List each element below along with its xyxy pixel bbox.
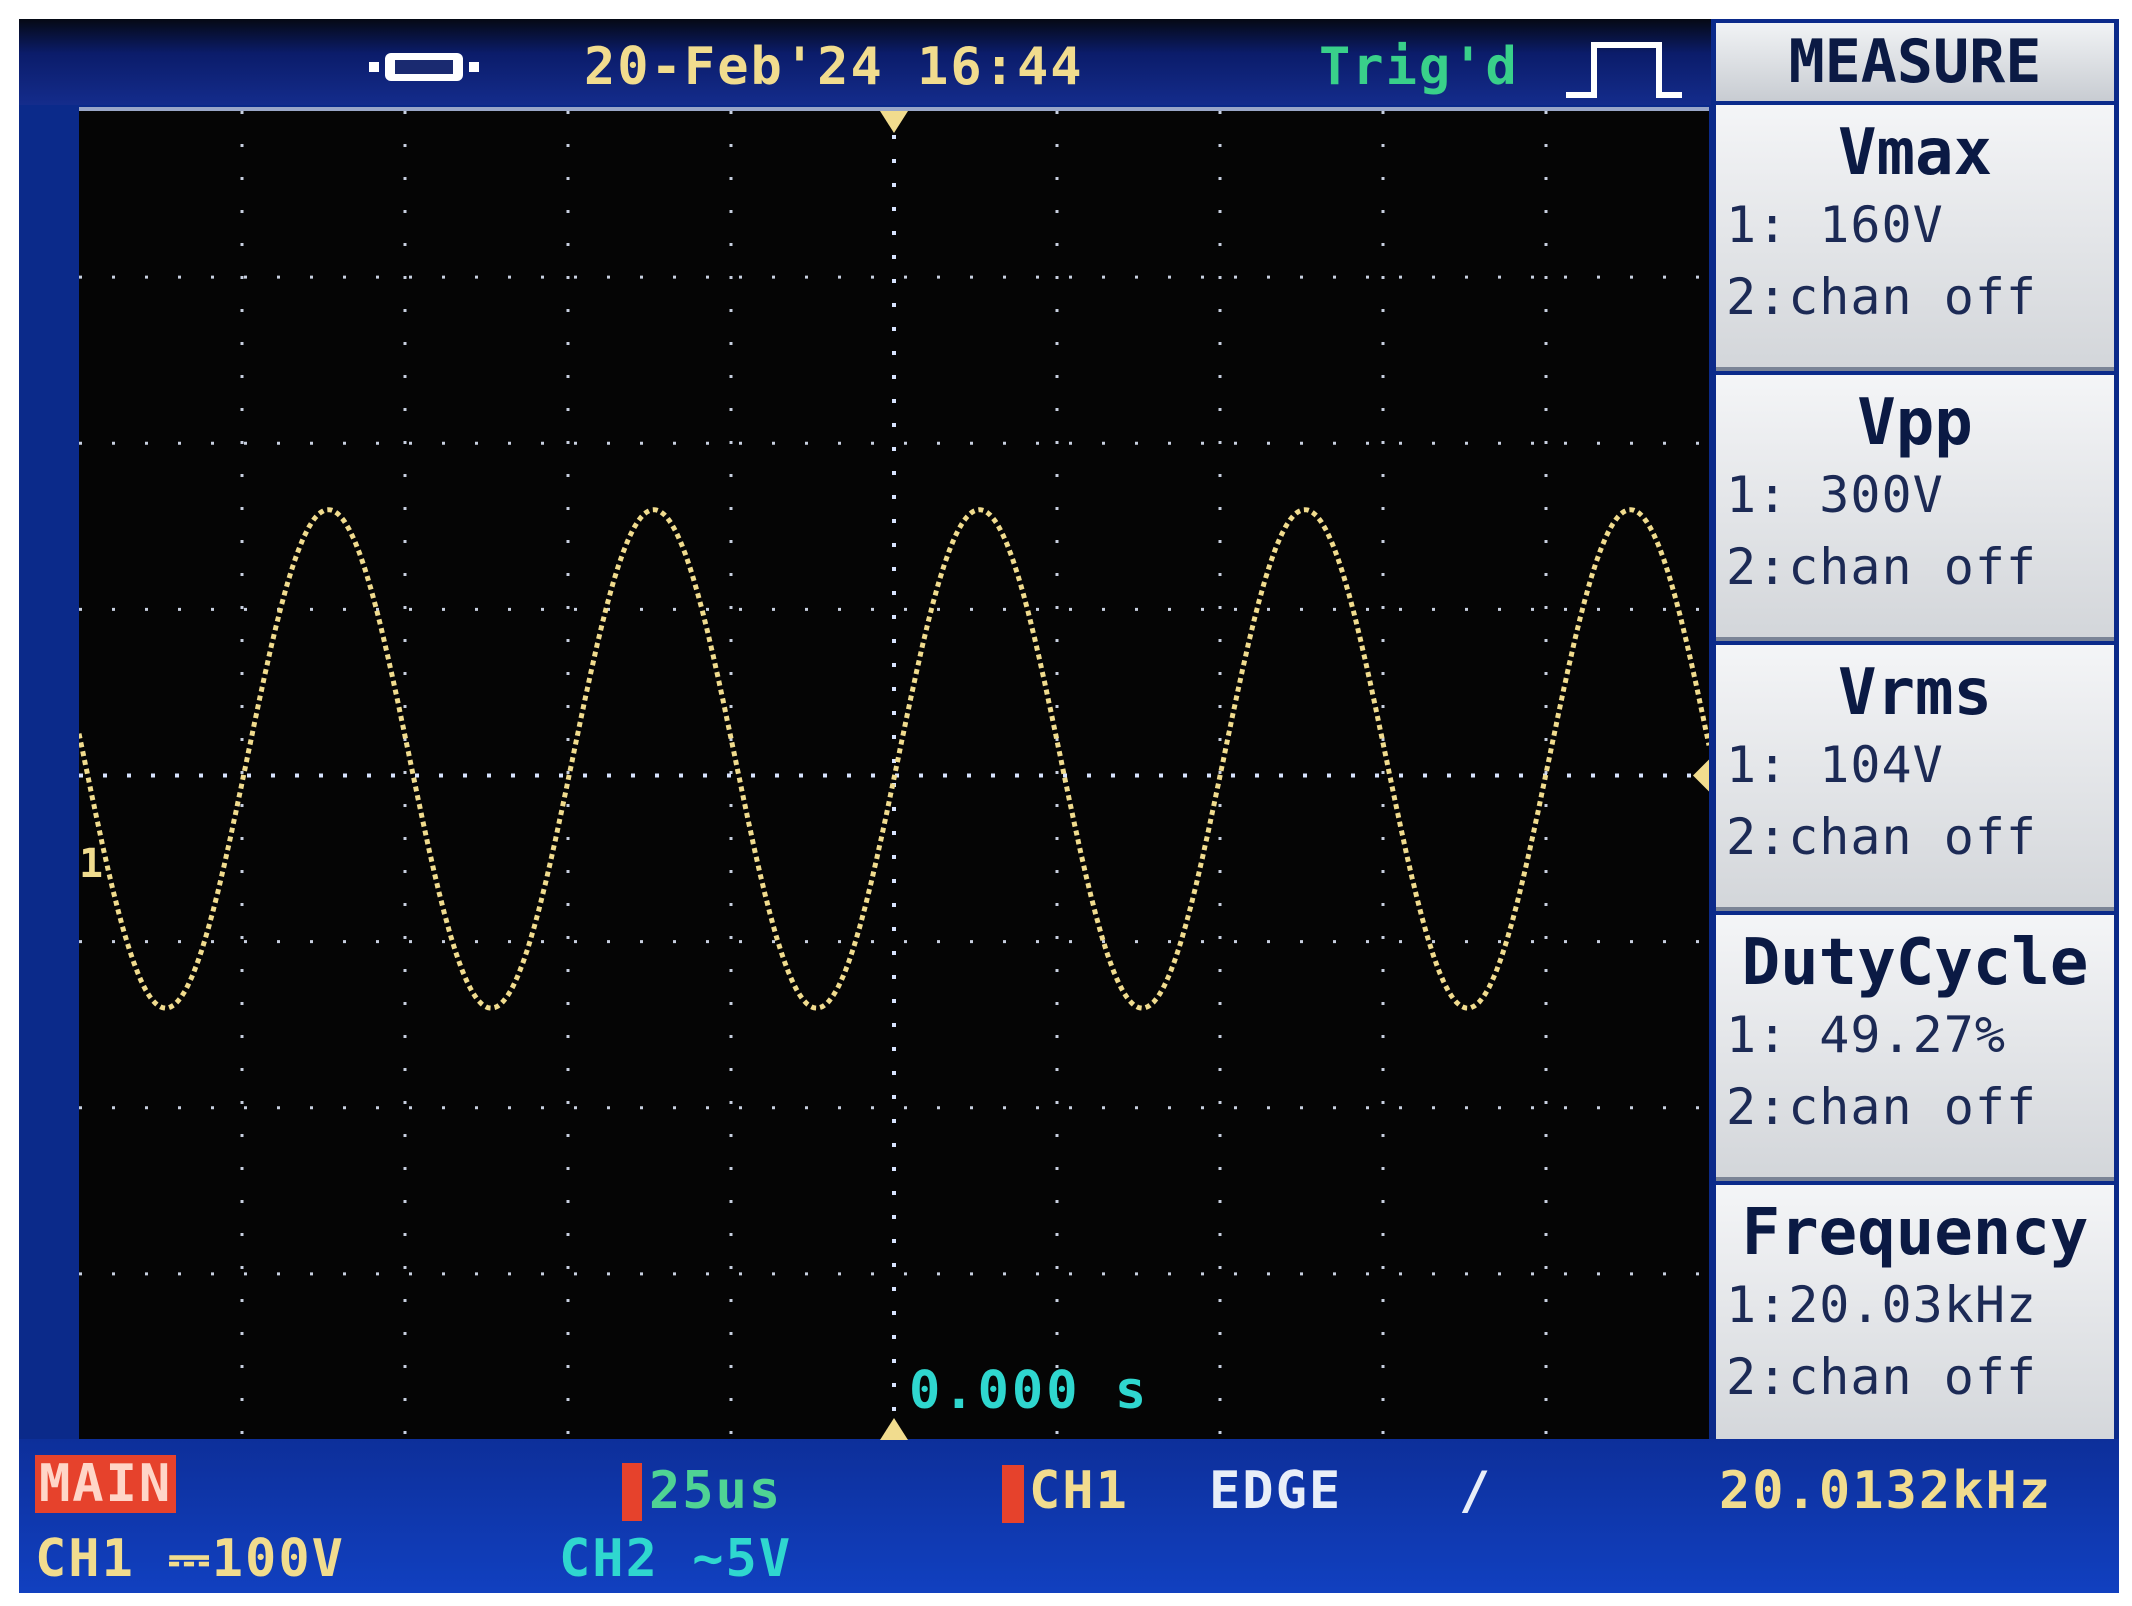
measure-item-vpp[interactable]: Vpp 1: 300V 2:chan off xyxy=(1716,375,2114,641)
measure-name: Vpp xyxy=(1857,386,1973,460)
trigger-marker-icon xyxy=(1002,1465,1024,1523)
trigger-status: Trig'd xyxy=(1319,37,1519,97)
oscilloscope-screen: 20-Feb'24 16:44 Trig'd 1 0.000 s MEASURE… xyxy=(19,19,2119,1593)
ch1-scale: CH1 ⎓100V xyxy=(35,1529,345,1589)
timebase-value: 25us xyxy=(649,1461,783,1521)
waveform-graticule: 1 0.000 s xyxy=(79,107,1709,1444)
time-offset: 0.000 s xyxy=(909,1361,1150,1421)
measure-item-frequency[interactable]: Frequency 1:20.03kHz 2:chan off xyxy=(1716,1185,2114,1451)
ch2-scale: CH2 ∼5V xyxy=(559,1529,793,1589)
ch1-ground-marker: 1 xyxy=(79,841,104,887)
timebase-mode-badge: MAIN xyxy=(35,1455,177,1513)
measure-name: Vmax xyxy=(1837,116,1993,190)
trigger-slope: / xyxy=(1459,1461,1493,1521)
measure-ch1-value: 1: 300V xyxy=(1726,466,1944,524)
measure-name: DutyCycle xyxy=(1741,926,2089,1000)
bottom-status-bar: MAIN 25us CH1 EDGE / 20.0132kHz CH1 ⎓100… xyxy=(19,1439,2119,1593)
trigger-position-marker xyxy=(880,111,908,133)
rising-pulse-icon xyxy=(1566,42,1682,98)
trigger-type: EDGE xyxy=(1209,1461,1343,1521)
measure-panel: MEASURE Vmax 1: 160V 2:chan off Vpp 1: 3… xyxy=(1716,19,2119,1451)
main-timebase-marker-icon xyxy=(622,1463,642,1521)
measure-ch2-value: 2:chan off xyxy=(1726,808,2038,866)
measure-ch1-value: 1: 49.27% xyxy=(1726,1006,2006,1064)
measure-ch1-value: 1:20.03kHz xyxy=(1726,1276,2038,1334)
measure-ch2-value: 2:chan off xyxy=(1726,268,2038,326)
trigger-level-marker xyxy=(1693,759,1709,792)
usb-connector-icon xyxy=(369,53,479,81)
measure-ch2-value: 2:chan off xyxy=(1726,538,2038,596)
datetime: 20-Feb'24 16:44 xyxy=(584,37,1084,97)
ch1-waveform xyxy=(79,507,1709,1011)
trigger-position-marker-bottom xyxy=(880,1418,908,1440)
measure-ch1-value: 1: 160V xyxy=(1726,196,1944,254)
measure-item-vrms[interactable]: Vrms 1: 104V 2:chan off xyxy=(1716,645,2114,911)
frequency-counter: 20.0132kHz xyxy=(1719,1461,2053,1521)
measure-item-dutycycle[interactable]: DutyCycle 1: 49.27% 2:chan off xyxy=(1716,915,2114,1181)
measure-ch1-value: 1: 104V xyxy=(1726,736,1944,794)
measure-name: Frequency xyxy=(1741,1196,2089,1270)
measure-ch2-value: 2:chan off xyxy=(1726,1348,2038,1406)
trigger-source: CH1 xyxy=(1029,1461,1129,1521)
top-status-bar: 20-Feb'24 16:44 Trig'd xyxy=(19,19,1711,105)
graticule-svg xyxy=(79,111,1709,1440)
measure-item-vmax[interactable]: Vmax 1: 160V 2:chan off xyxy=(1716,105,2114,371)
measure-title[interactable]: MEASURE xyxy=(1716,23,2114,101)
measure-ch2-value: 2:chan off xyxy=(1726,1078,2038,1136)
measure-name: Vrms xyxy=(1837,656,1993,730)
